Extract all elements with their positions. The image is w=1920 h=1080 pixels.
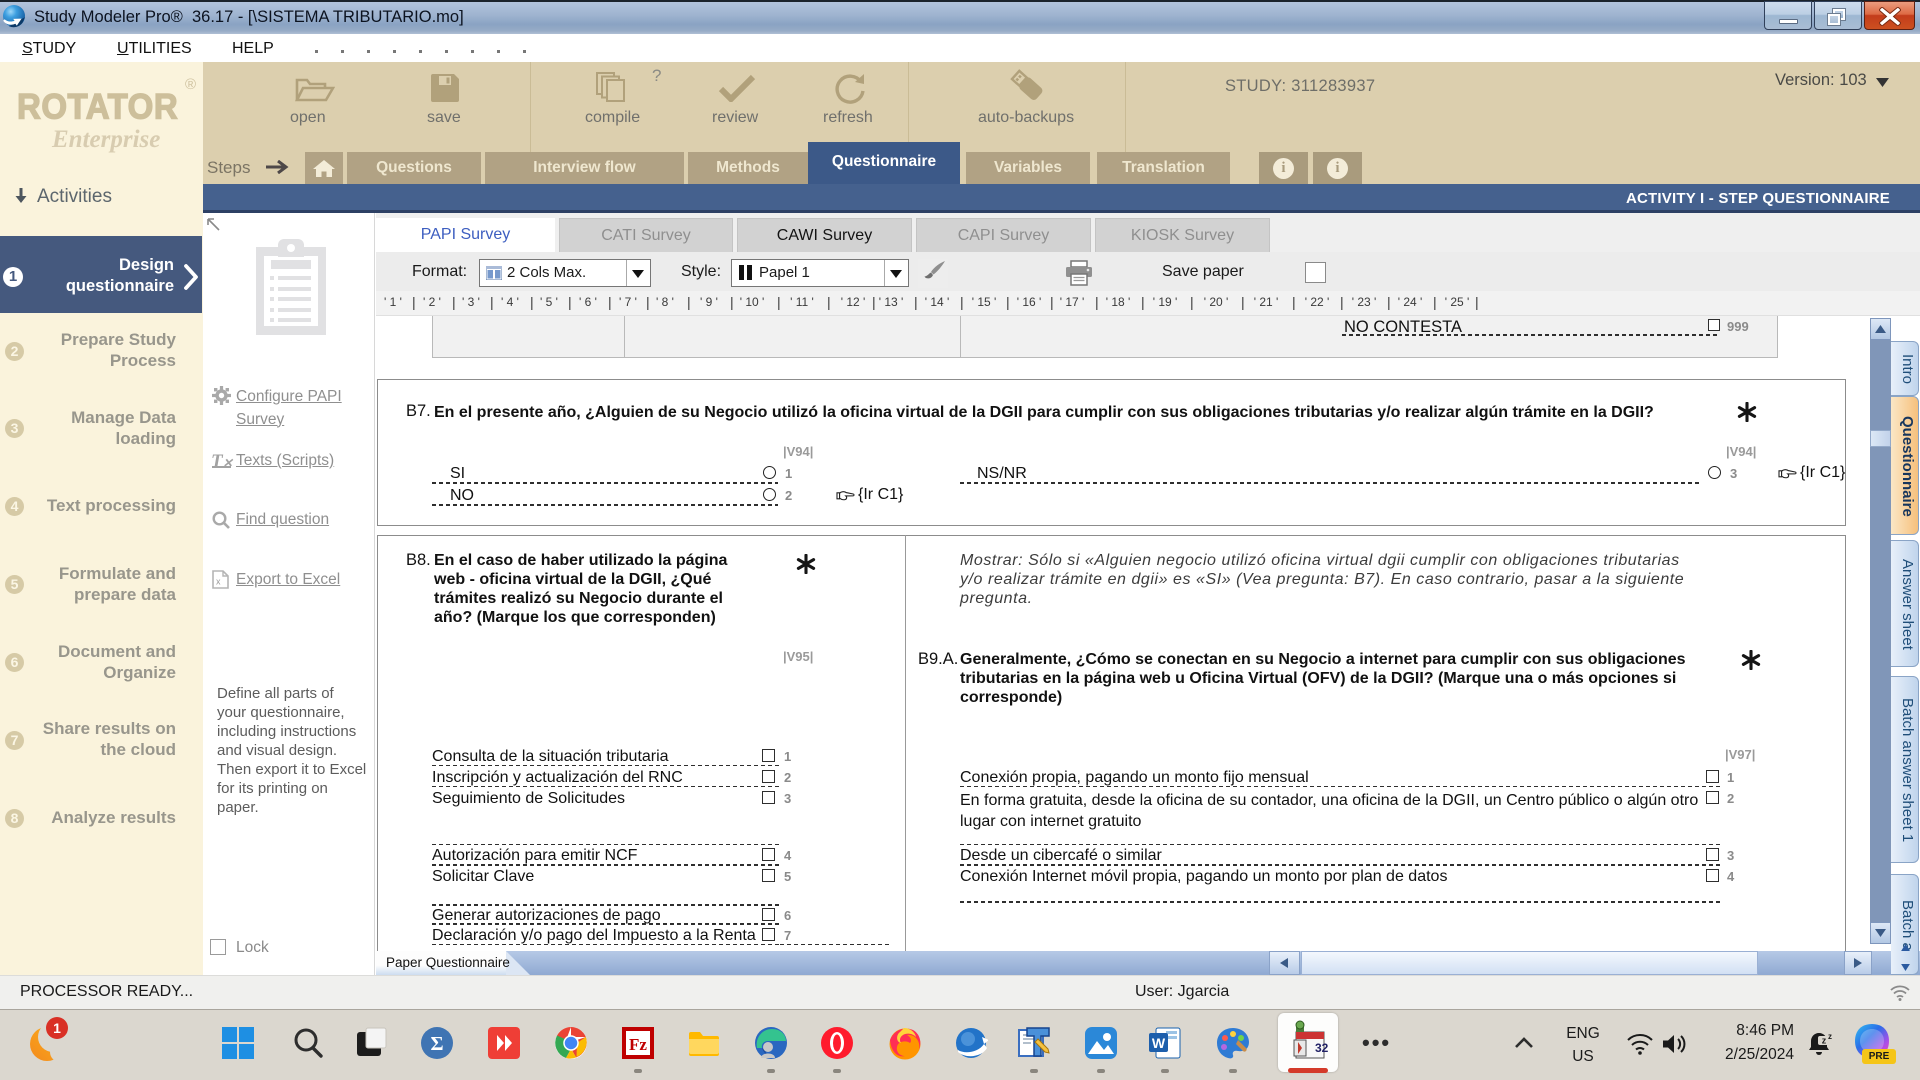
svg-text:z: z xyxy=(1828,1032,1832,1041)
svg-text:Σ: Σ xyxy=(430,1033,443,1055)
svg-text:Fz: Fz xyxy=(629,1035,647,1054)
svg-text:z: z xyxy=(1822,1036,1827,1046)
svg-text:x: x xyxy=(216,577,221,587)
svg-text:W: W xyxy=(1152,1035,1166,1051)
svg-text:32: 32 xyxy=(1315,1041,1328,1055)
